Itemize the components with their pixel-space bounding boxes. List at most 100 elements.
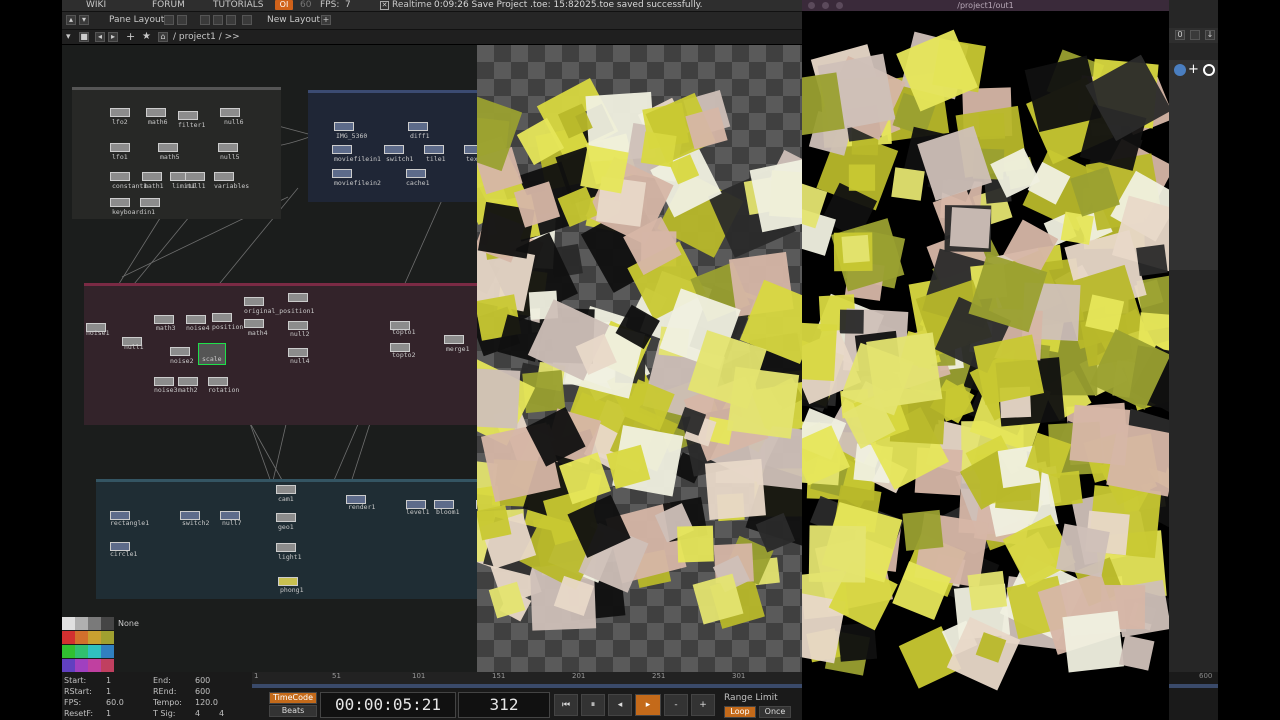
- rewind-icon[interactable]: ⏮: [554, 694, 578, 716]
- fps-value-bottom[interactable]: 60.0: [106, 698, 124, 707]
- node-variables[interactable]: [214, 172, 234, 181]
- rstart-value[interactable]: 1: [106, 687, 111, 696]
- minimize-icon[interactable]: [822, 2, 829, 9]
- node-math4[interactable]: [244, 319, 264, 328]
- palette-none[interactable]: None: [118, 619, 139, 628]
- add-layout-button[interactable]: +: [321, 15, 331, 25]
- node-math3[interactable]: [154, 315, 174, 324]
- right-zero-value[interactable]: 0: [1175, 30, 1185, 40]
- palette-swatch[interactable]: [88, 659, 101, 672]
- pane-menu-icon[interactable]: ▾: [66, 32, 71, 43]
- palette-swatch[interactable]: [75, 631, 88, 644]
- palette-swatch[interactable]: [101, 659, 114, 672]
- node-geo1[interactable]: [276, 513, 296, 522]
- palette-swatch[interactable]: [88, 645, 101, 658]
- palette-swatch[interactable]: [101, 645, 114, 658]
- output-viewer[interactable]: [802, 0, 1169, 720]
- node-merge1[interactable]: [444, 335, 464, 344]
- realtime-checkbox[interactable]: ✕: [380, 1, 389, 10]
- back-icon[interactable]: ◂: [95, 32, 105, 42]
- close-icon[interactable]: [808, 2, 815, 9]
- node-original-position1[interactable]: [244, 297, 264, 306]
- node-keyboardin1[interactable]: [110, 198, 130, 207]
- play-forward-icon[interactable]: ▸: [635, 694, 661, 716]
- target-icon[interactable]: [1203, 64, 1215, 76]
- node-rotation[interactable]: [208, 377, 228, 386]
- network-path[interactable]: / project1 / >>: [173, 32, 240, 43]
- oi-button[interactable]: OI: [275, 0, 293, 10]
- palette-swatch[interactable]: [62, 631, 75, 644]
- palette-swatch[interactable]: [88, 617, 101, 630]
- end-value[interactable]: 600: [195, 676, 210, 685]
- palette-swatch[interactable]: [75, 659, 88, 672]
- palette-swatch[interactable]: [62, 645, 75, 658]
- node-img[interactable]: [334, 122, 354, 131]
- network-editor[interactable]: lfo2 math6 filter1 null6 lfo1 math5 null…: [62, 45, 477, 672]
- node-filter1[interactable]: [178, 111, 198, 120]
- pane-icon-1[interactable]: ▴: [66, 15, 76, 25]
- parent-icon[interactable]: ⌂: [158, 32, 168, 42]
- timeline-range-bar[interactable]: [252, 684, 802, 688]
- forward-icon[interactable]: ▸: [108, 32, 118, 42]
- layout-quad-icon[interactable]: [200, 15, 210, 25]
- beats-button[interactable]: Beats: [269, 705, 317, 717]
- node-noise4[interactable]: [186, 315, 206, 324]
- timecode-display[interactable]: 00:00:05:21: [320, 692, 456, 718]
- node-noise2[interactable]: [170, 347, 190, 356]
- node-switch1[interactable]: [384, 145, 404, 154]
- right-arrow-icon[interactable]: ↓: [1205, 30, 1215, 40]
- node-math1[interactable]: [142, 172, 162, 181]
- node-texture[interactable]: [464, 145, 477, 154]
- frame-display[interactable]: 312: [458, 692, 550, 718]
- node-null2b[interactable]: [288, 321, 308, 330]
- rend-value[interactable]: 600: [195, 687, 210, 696]
- palette-swatch[interactable]: [75, 617, 88, 630]
- node-lfo1[interactable]: [110, 143, 130, 152]
- add-icon[interactable]: +: [1188, 62, 1199, 77]
- palette-swatch[interactable]: [62, 659, 75, 672]
- palette-swatch[interactable]: [101, 617, 114, 630]
- node-keyboardin1-b[interactable]: [140, 198, 160, 207]
- menu-forum[interactable]: FORUM: [152, 0, 185, 11]
- step-forward-button[interactable]: +: [691, 694, 715, 716]
- node-noise3[interactable]: [154, 377, 174, 386]
- node-math6[interactable]: [146, 108, 166, 117]
- node-null1[interactable]: [185, 172, 205, 181]
- node-null2[interactable]: [288, 293, 308, 302]
- tsig-a[interactable]: 4: [195, 709, 200, 718]
- loop-button[interactable]: Loop: [724, 706, 756, 718]
- layout-single-icon[interactable]: [164, 15, 174, 25]
- layout-grid-icon[interactable]: [242, 15, 252, 25]
- node-null6[interactable]: [220, 108, 240, 117]
- layout-v-icon[interactable]: [226, 15, 236, 25]
- tsig-b[interactable]: 4: [219, 709, 224, 718]
- timecode-button[interactable]: TimeCode: [269, 692, 317, 704]
- right-window-icon[interactable]: [1190, 30, 1200, 40]
- palette-swatch[interactable]: [62, 617, 75, 630]
- new-layout-label[interactable]: New Layout: [267, 15, 320, 26]
- node-moviefilein2[interactable]: [332, 169, 352, 178]
- node-light1[interactable]: [276, 543, 296, 552]
- node-diff1[interactable]: [408, 122, 428, 131]
- palette-swatch[interactable]: [101, 631, 114, 644]
- node-lfo2[interactable]: [110, 108, 130, 117]
- bookmark-icon[interactable]: ★: [142, 31, 151, 42]
- node-tile1[interactable]: [424, 145, 444, 154]
- stop-icon[interactable]: ■: [79, 32, 89, 42]
- node-cache1[interactable]: [406, 169, 426, 178]
- pause-icon[interactable]: ⏸: [581, 694, 605, 716]
- node-moviefilein1[interactable]: [332, 145, 352, 154]
- node-phong1[interactable]: [278, 577, 298, 586]
- node-constant1[interactable]: [110, 172, 130, 181]
- layout-split-icon[interactable]: [177, 15, 187, 25]
- node-null5[interactable]: [218, 143, 238, 152]
- node-position[interactable]: [212, 313, 232, 322]
- node-null4[interactable]: [288, 348, 308, 357]
- node-math2[interactable]: [178, 377, 198, 386]
- resetf-value[interactable]: 1: [106, 709, 111, 718]
- python-icon[interactable]: [1174, 64, 1186, 76]
- step-back-button[interactable]: -: [664, 694, 688, 716]
- once-button[interactable]: Once: [759, 706, 791, 718]
- tempo-value[interactable]: 120.0: [195, 698, 218, 707]
- palette-swatch[interactable]: [75, 645, 88, 658]
